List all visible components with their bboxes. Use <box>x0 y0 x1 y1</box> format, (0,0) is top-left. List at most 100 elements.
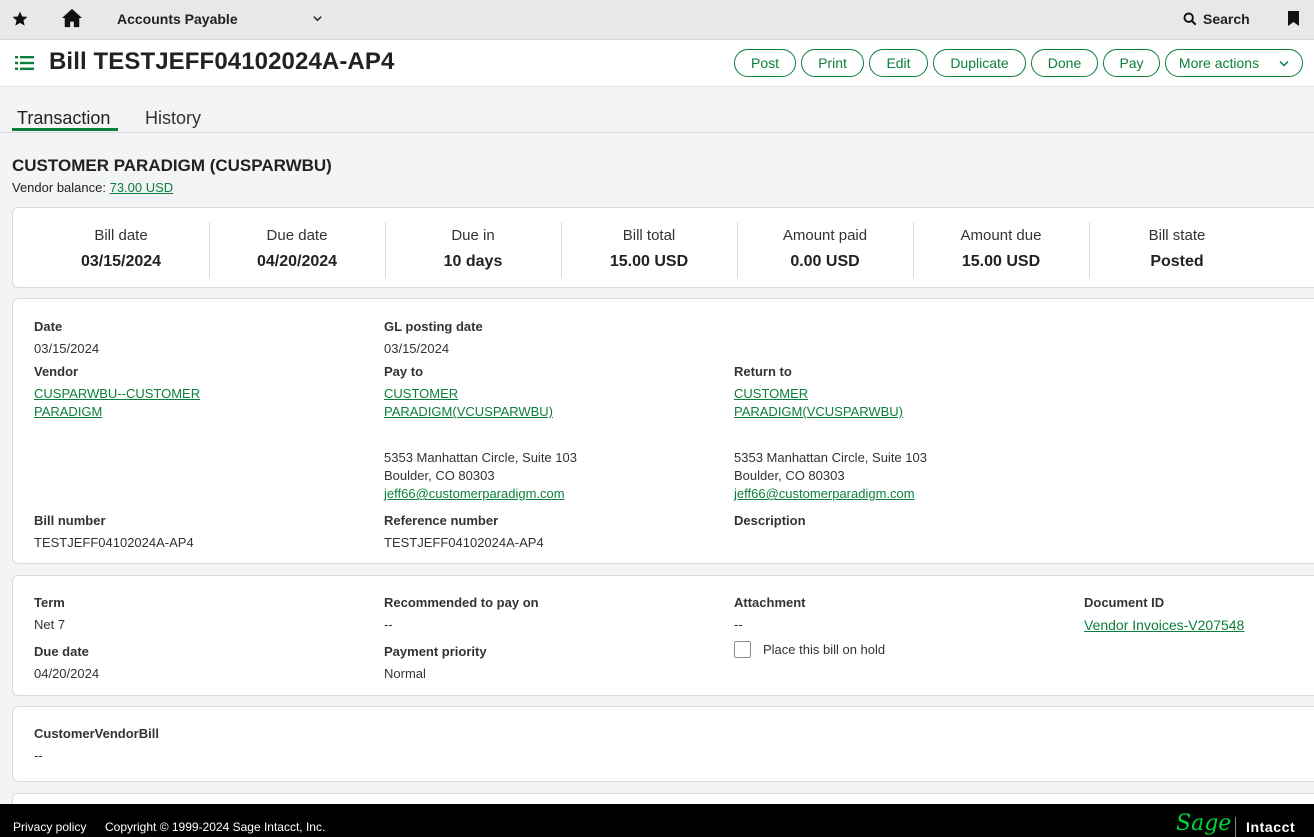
duplicate-button[interactable]: Duplicate <box>933 49 1026 77</box>
field-label: Term <box>34 595 65 610</box>
field-label: GL posting date <box>384 319 483 334</box>
date-field: Date 03/15/2024 <box>34 319 99 358</box>
field-label: Reference number <box>384 513 499 528</box>
document-id-field: Document ID Vendor Invoices-V207548 <box>1084 595 1244 634</box>
list-menu-icon[interactable] <box>15 55 34 71</box>
pay-to-email-link[interactable]: jeff66@customerparadigm.com <box>384 486 565 501</box>
page-header: Bill TESTJEFF04102024A-AP4 Post Print Ed… <box>0 40 1314 87</box>
field-value: -- <box>384 617 393 632</box>
summary-due-date: Due date 04/20/2024 <box>209 222 385 278</box>
summary-amount-paid: Amount paid 0.00 USD <box>737 222 913 278</box>
summary-label: Bill total <box>622 227 676 244</box>
pay-to-address: 5353 Manhattan Circle, Suite 103 Boulder… <box>384 449 577 503</box>
document-id-link[interactable]: Vendor Invoices-V207548 <box>1084 616 1244 634</box>
description-field: Description <box>734 513 806 528</box>
due-date-field: Due date 04/20/2024 <box>34 644 99 683</box>
summary-value: 03/15/2024 <box>80 253 162 270</box>
search-icon <box>1183 12 1197 26</box>
footer: Privacy policy Copyright © 1999-2024 Sag… <box>0 804 1314 837</box>
search-button[interactable]: Search <box>1183 9 1250 29</box>
tab-history[interactable]: History <box>145 108 201 129</box>
summary-value: 0.00 USD <box>790 253 860 270</box>
bookmark-icon[interactable] <box>1288 11 1299 26</box>
logo-divider <box>1235 817 1236 837</box>
customer-vendor-bill-field: CustomerVendorBill -- <box>34 726 159 765</box>
summary-label: Bill date <box>94 227 148 244</box>
post-button[interactable]: Post <box>734 49 796 77</box>
custom-fields-card: CustomerVendorBill -- <box>12 706 1314 782</box>
search-label: Search <box>1203 11 1250 27</box>
vendor-balance: Vendor balance: 73.00 USD <box>12 180 173 195</box>
return-to-link[interactable]: CUSTOMER PARADIGM(VCUSPARWBU) <box>734 385 903 421</box>
vendor-link[interactable]: CUSPARWBU--CUSTOMER PARADIGM <box>34 385 200 421</box>
print-button[interactable]: Print <box>801 49 864 77</box>
pay-button[interactable]: Pay <box>1103 49 1160 77</box>
summary-label: Bill state <box>1148 227 1206 244</box>
field-value: 03/15/2024 <box>34 341 100 356</box>
field-label: CustomerVendorBill <box>34 726 159 741</box>
summary-due-in: Due in 10 days <box>385 222 561 278</box>
field-value: TESTJEFF04102024A-AP4 <box>384 535 544 550</box>
field-label: Due date <box>34 644 89 659</box>
recommended-pay-on-field: Recommended to pay on -- <box>384 595 539 634</box>
pay-to-address-line2: Boulder, CO 80303 <box>384 468 495 483</box>
intacct-logo: Intacct <box>1246 819 1296 835</box>
pay-to-link-line1: CUSTOMER <box>384 386 459 401</box>
payment-terms-card: Term Net 7 Recommended to pay on -- Atta… <box>12 575 1314 696</box>
more-actions-button[interactable]: More actions <box>1165 49 1303 77</box>
summary-label: Amount paid <box>782 227 868 244</box>
field-label: Date <box>34 319 63 334</box>
chevron-down-icon[interactable] <box>312 13 323 24</box>
return-to-link-line1: CUSTOMER <box>734 386 809 401</box>
summary-bill-state: Bill state Posted <box>1089 222 1265 278</box>
summary-amount-due: Amount due 15.00 USD <box>913 222 1089 278</box>
sage-logo: Sage <box>1176 811 1232 836</box>
field-label: Description <box>734 513 806 528</box>
vendor-balance-label: Vendor balance: <box>12 180 106 195</box>
module-selector-label[interactable]: Accounts Payable <box>117 11 238 27</box>
tab-bar: Transaction History <box>0 88 1314 133</box>
summary-bill-date: Bill date 03/15/2024 <box>33 222 209 278</box>
pay-to-link[interactable]: CUSTOMER PARADIGM(VCUSPARWBU) <box>384 385 553 421</box>
active-tab-indicator <box>12 128 118 131</box>
field-label: Vendor <box>34 364 79 379</box>
bill-details-card: Date 03/15/2024 GL posting date 03/15/20… <box>12 298 1314 564</box>
more-actions-label: More actions <box>1178 55 1260 71</box>
return-to-email-link[interactable]: jeff66@customerparadigm.com <box>734 486 915 501</box>
vendor-link-line1: CUSPARWBU--CUSTOMER <box>34 386 201 401</box>
privacy-policy-link[interactable]: Privacy policy <box>13 820 86 834</box>
attachment-field: Attachment -- <box>734 595 806 634</box>
page-title: Bill TESTJEFF04102024A-AP4 <box>49 48 395 75</box>
star-icon[interactable] <box>11 10 29 28</box>
term-field: Term Net 7 <box>34 595 65 634</box>
return-to-field: Return to CUSTOMER PARADIGM(VCUSPARWBU) <box>734 364 903 421</box>
tab-transaction[interactable]: Transaction <box>17 108 110 129</box>
field-label: Recommended to pay on <box>384 595 539 610</box>
vendor-link-line2: PARADIGM <box>34 404 103 419</box>
return-to-link-line2: PARADIGM(VCUSPARWBU) <box>734 404 904 419</box>
vendor-balance-link[interactable]: 73.00 USD <box>110 180 174 195</box>
field-label: Pay to <box>384 364 424 379</box>
hold-bill-checkbox[interactable] <box>734 641 751 658</box>
field-label: Payment priority <box>384 644 487 659</box>
field-label: Attachment <box>734 595 806 610</box>
hold-bill-label[interactable]: Place this bill on hold <box>763 642 885 657</box>
summary-label: Due in <box>451 227 495 244</box>
field-value: -- <box>34 748 43 763</box>
copyright-text: Copyright © 1999-2024 Sage Intacct, Inc. <box>105 820 326 834</box>
home-icon[interactable] <box>61 8 83 28</box>
reference-number-field: Reference number TESTJEFF04102024A-AP4 <box>384 513 544 552</box>
payment-priority-field: Payment priority Normal <box>384 644 487 683</box>
return-to-address-line1: 5353 Manhattan Circle, Suite 103 <box>734 450 927 465</box>
field-value: Normal <box>384 666 426 681</box>
gl-posting-date-field: GL posting date 03/15/2024 <box>384 319 483 358</box>
summary-value: 10 days <box>443 253 503 270</box>
pay-to-link-line2: PARADIGM(VCUSPARWBU) <box>384 404 554 419</box>
summary-label: Amount due <box>960 227 1042 244</box>
done-button[interactable]: Done <box>1031 49 1098 77</box>
summary-value: 15.00 USD <box>609 253 689 270</box>
caret-down-icon <box>1279 60 1289 67</box>
vendor-field: Vendor CUSPARWBU--CUSTOMER PARADIGM <box>34 364 200 421</box>
field-value: 04/20/2024 <box>34 666 100 681</box>
edit-button[interactable]: Edit <box>869 49 928 77</box>
